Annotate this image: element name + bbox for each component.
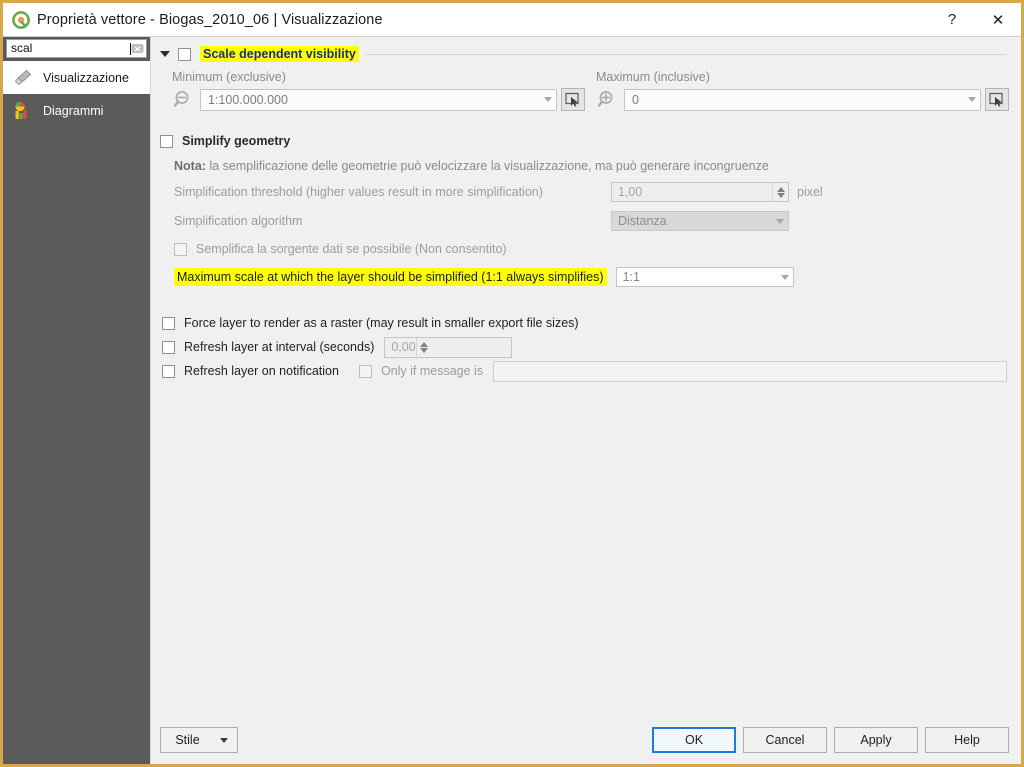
refresh-interval-row[interactable]: Refresh layer at interval (seconds) 0,00 [162, 335, 1009, 359]
refresh-interval-label: Refresh layer at interval (seconds) [184, 340, 375, 354]
simplify-threshold-stepper[interactable]: 1,00 [611, 182, 789, 202]
window-title: Proprietà vettore - Biogas_2010_06 | Vis… [37, 11, 383, 28]
minimum-scale-row: 1:100.000.000 [172, 88, 585, 111]
provider-simplify-row[interactable]: Semplifica la sorgente dati se possibile… [174, 242, 1009, 256]
stepper-down-icon[interactable] [776, 192, 785, 198]
chevron-down-icon[interactable] [544, 97, 552, 102]
refresh-notification-label: Refresh layer on notification [184, 364, 339, 378]
only-if-message-input[interactable] [493, 360, 1007, 382]
refresh-interval-checkbox[interactable] [162, 340, 175, 354]
cancel-button[interactable]: Cancel [743, 727, 827, 753]
style-button-label: Stile [175, 733, 200, 747]
help-button[interactable]: Help [925, 727, 1009, 753]
simplify-algorithm-label: Simplification algorithm [174, 214, 303, 228]
search-input[interactable]: scal [6, 39, 147, 58]
maximum-scale-value: 0 [632, 92, 639, 107]
sidebar-item-diagrammi[interactable]: Diagrammi [3, 94, 150, 127]
window-controls: ? ✕ [929, 3, 1021, 36]
help-icon[interactable]: ? [929, 3, 975, 36]
simplify-threshold-label: Simplification threshold (higher values … [174, 185, 543, 199]
settings-content: Scale dependent visibility Minimum (excl… [151, 37, 1021, 716]
group-divider [365, 53, 1007, 55]
max-simplify-scale-row: Maximum scale at which the layer should … [174, 267, 1009, 287]
minimum-scale-value: 1:100.000.000 [208, 92, 288, 107]
title-bar: Proprietà vettore - Biogas_2010_06 | Vis… [3, 3, 1021, 36]
bar-chart-icon [12, 100, 34, 122]
main-pane: Scale dependent visibility Minimum (excl… [150, 37, 1021, 764]
paintbrush-icon [12, 67, 34, 89]
vector-properties-dialog: Proprietà vettore - Biogas_2010_06 | Vis… [0, 0, 1024, 767]
stepper-up-icon[interactable] [420, 341, 429, 347]
qgis-logo-icon [12, 10, 30, 29]
simplify-algorithm-row: Simplification algorithm Distanza [174, 211, 1009, 231]
simplify-geometry-header[interactable]: Simplify geometry [160, 132, 1009, 150]
scale-visibility-header[interactable]: Scale dependent visibility [160, 44, 1009, 64]
close-icon[interactable]: ✕ [975, 3, 1021, 36]
provider-simplify-label: Semplifica la sorgente dati se possibile… [196, 242, 507, 256]
simplify-geometry-section: Simplify geometry Nota: la semplificazio… [160, 132, 1009, 287]
max-simplify-scale-combo[interactable]: 1:1 [615, 267, 794, 287]
scale-fields: Minimum (exclusive) 1:100.000.000 Maximu… [160, 70, 1009, 111]
max-simplify-scale-label: Maximum scale at which the layer should … [174, 268, 607, 286]
chevron-down-icon[interactable] [220, 737, 228, 743]
chevron-down-icon[interactable] [780, 274, 789, 280]
sidebar-item-visualizzazione[interactable]: Visualizzazione [3, 61, 150, 94]
provider-simplify-checkbox[interactable] [174, 242, 187, 256]
chevron-down-icon[interactable] [968, 97, 976, 102]
set-to-canvas-scale-icon[interactable] [561, 88, 585, 111]
render-options: Force layer to render as a raster (may r… [160, 311, 1009, 383]
zoom-out-icon [172, 89, 194, 111]
simplify-geometry-title: Simplify geometry [182, 134, 291, 148]
maximum-scale-group: Maximum (inclusive) 0 [596, 70, 1009, 111]
stepper-down-icon[interactable] [420, 347, 429, 353]
simplify-geometry-checkbox[interactable] [160, 134, 173, 148]
simplify-algorithm-combo[interactable]: Distanza [611, 211, 789, 231]
refresh-notification-row[interactable]: Refresh layer on notification Only if me… [162, 359, 1009, 383]
simplify-threshold-value: 1,00 [618, 185, 643, 199]
simplify-algorithm-value: Distanza [618, 214, 667, 228]
refresh-interval-value: 0,00 [391, 340, 416, 354]
force-raster-checkbox[interactable] [162, 316, 175, 330]
maximum-scale-combo[interactable]: 0 [624, 88, 981, 111]
only-if-message-label: Only if message is [380, 364, 484, 378]
zoom-in-icon [596, 89, 618, 111]
maximum-scale-row: 0 [596, 88, 1009, 111]
refresh-interval-stepper[interactable]: 0,00 [384, 336, 513, 358]
sidebar-item-label: Diagrammi [43, 103, 104, 118]
simplify-note: Nota: la semplificazione delle geometrie… [174, 159, 1009, 173]
chevron-down-icon[interactable] [776, 218, 784, 224]
force-raster-label: Force layer to render as a raster (may r… [184, 316, 579, 330]
simplify-note-text: la semplificazione delle geometrie può v… [209, 159, 769, 173]
maximum-scale-label: Maximum (inclusive) [596, 70, 710, 84]
max-simplify-scale-value: 1:1 [622, 270, 640, 284]
scale-visibility-title: Scale dependent visibility [200, 46, 359, 62]
stepper-arrows[interactable] [415, 338, 432, 356]
sidebar: scal Visualizzazione Diagrammi [3, 37, 150, 764]
simplify-note-prefix: Nota: [174, 159, 206, 173]
simplify-threshold-unit: pixel [797, 185, 823, 199]
force-raster-row[interactable]: Force layer to render as a raster (may r… [162, 311, 1009, 335]
simplify-threshold-row: Simplification threshold (higher values … [174, 182, 1009, 202]
scale-visibility-checkbox[interactable] [178, 47, 191, 61]
stepper-arrows[interactable] [772, 183, 788, 201]
search-input-value: scal [11, 41, 33, 55]
stepper-up-icon[interactable] [776, 186, 785, 192]
chevron-down-icon[interactable] [160, 51, 170, 57]
apply-button[interactable]: Apply [834, 727, 918, 753]
button-bar: Stile OK Cancel Apply Help [151, 716, 1021, 764]
ok-button[interactable]: OK [652, 727, 736, 753]
refresh-notification-checkbox[interactable] [162, 364, 175, 378]
minimum-scale-group: Minimum (exclusive) 1:100.000.000 [172, 70, 585, 111]
minimum-scale-combo[interactable]: 1:100.000.000 [200, 88, 557, 111]
sidebar-item-label: Visualizzazione [43, 70, 129, 85]
sidebar-search-wrap: scal [3, 37, 150, 61]
minimum-scale-label: Minimum (exclusive) [172, 70, 286, 84]
dialog-body: scal Visualizzazione Diagrammi Scale dep… [3, 36, 1021, 764]
style-button[interactable]: Stile [160, 727, 238, 753]
only-if-message-checkbox[interactable] [358, 364, 372, 378]
set-to-canvas-scale-icon[interactable] [985, 88, 1009, 111]
clear-icon[interactable] [131, 42, 144, 55]
